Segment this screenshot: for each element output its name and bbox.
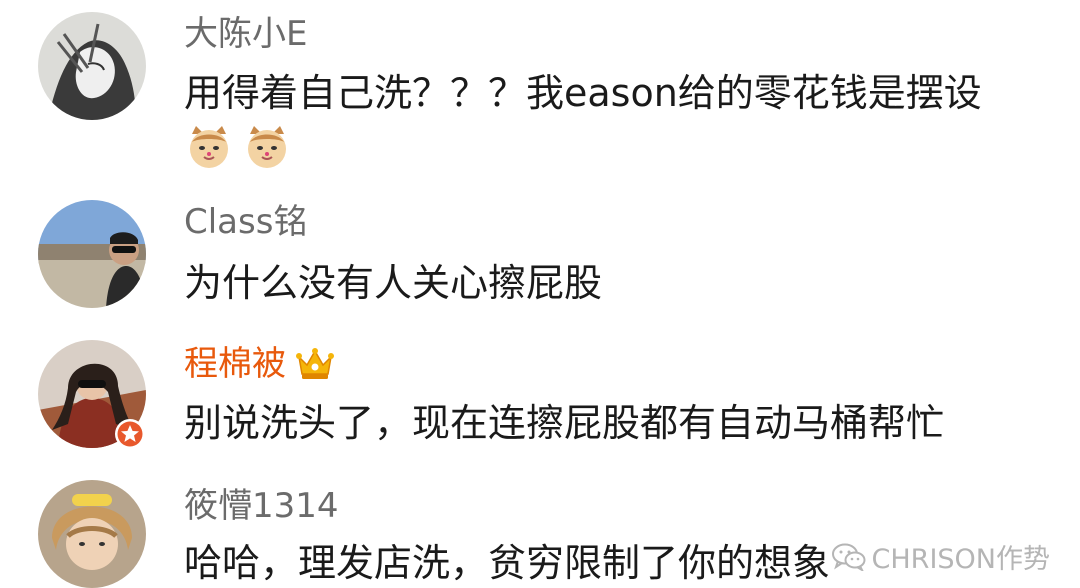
avatar[interactable] xyxy=(38,12,146,120)
username[interactable]: 程棉被 xyxy=(184,344,286,384)
vip-star-badge xyxy=(115,419,145,449)
username[interactable]: Class铭 xyxy=(184,202,307,242)
username[interactable]: 筱懵1314 xyxy=(184,486,339,526)
crown-icon xyxy=(296,348,334,379)
comment-text: 哈哈，理发店洗，贫穷限制了你的想象 xyxy=(184,541,831,585)
watermark: CHRISON作势 xyxy=(831,537,1050,576)
avatar[interactable] xyxy=(38,480,146,588)
comment-text: 用得着自己洗？？？我eason给的零花钱是摆设 xyxy=(184,71,982,115)
comment-item: Class铭 为什么没有人关心擦屁股 xyxy=(0,190,1080,330)
username[interactable]: 大陈小E xyxy=(184,14,307,54)
cat-face-icon xyxy=(248,126,286,168)
avatar[interactable] xyxy=(38,200,146,308)
comment-item: 大陈小E 用得着自己洗？？？我eason给的零花钱是摆设 xyxy=(0,0,1080,190)
comment-text: 别说洗头了，现在连擦屁股都有自动马桶帮忙 xyxy=(184,401,945,445)
watermark-text: CHRISON作势 xyxy=(871,544,1050,575)
cat-face-icon xyxy=(190,126,228,168)
comment-text: 为什么没有人关心擦屁股 xyxy=(184,261,603,305)
comment-item: 程棉被 别说洗头了，现在连擦屁股都有自动马桶帮忙 xyxy=(0,330,1080,480)
wechat-icon xyxy=(831,543,866,571)
